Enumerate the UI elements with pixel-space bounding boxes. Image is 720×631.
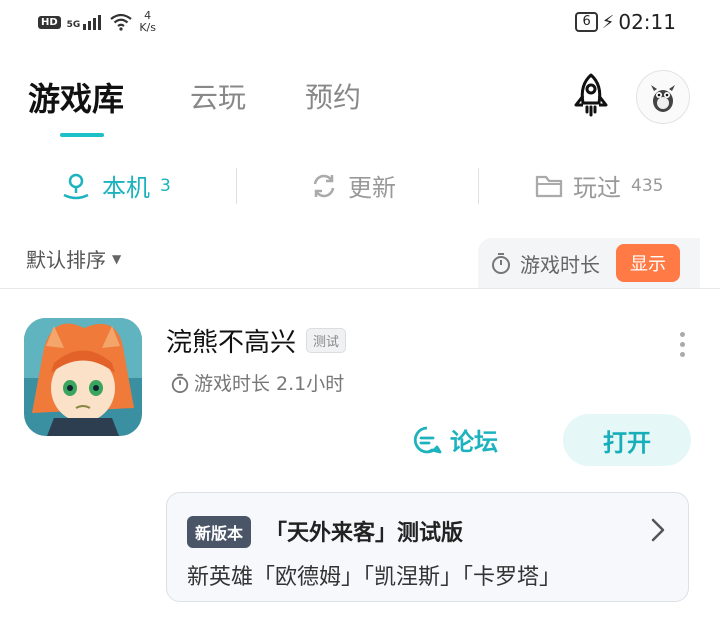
divider — [478, 168, 479, 204]
forum-label: 论坛 — [450, 428, 498, 456]
charging-icon: ⚡ — [601, 11, 615, 33]
avatar-image — [651, 85, 675, 112]
active-tab-indicator — [60, 133, 104, 137]
show-duration-button[interactable]: 显示 — [616, 244, 680, 282]
news-title: 「天外来客」测试版 — [265, 521, 464, 546]
subtab-label: 玩过 — [573, 174, 621, 202]
forum-button[interactable]: 论坛 — [412, 422, 498, 457]
timer-icon — [492, 253, 510, 274]
subtab-played[interactable]: 玩过 435 — [535, 168, 663, 203]
hd-indicator: HD — [38, 15, 61, 29]
sort-label: 默认排序 — [26, 248, 106, 272]
chevron-right-icon — [650, 517, 666, 547]
duration-label: 游戏时长 — [520, 252, 600, 277]
subtab-update[interactable]: 更新 — [310, 168, 396, 203]
forum-chat-icon — [413, 426, 442, 453]
tab-reservation[interactable]: 预约 — [305, 76, 361, 116]
tab-game-library[interactable]: 游戏库 — [28, 74, 124, 120]
subtab-label: 更新 — [348, 174, 396, 202]
subtab-local[interactable]: 本机 3 — [60, 168, 171, 203]
signal-icon — [83, 15, 102, 30]
wifi-icon — [110, 13, 133, 31]
sort-dropdown[interactable]: 默认排序 ▼ — [26, 244, 121, 273]
rocket-icon[interactable] — [568, 72, 614, 122]
subtab-count: 3 — [160, 175, 171, 196]
play-time-text: 游戏时长 2.1小时 — [194, 373, 345, 395]
tab-cloud-play[interactable]: 云玩 — [190, 76, 246, 116]
game-title[interactable]: 浣熊不高兴 — [166, 322, 296, 359]
caret-down-icon: ▼ — [112, 251, 122, 266]
avatar[interactable] — [636, 70, 690, 124]
battery-indicator: 6 — [575, 12, 598, 32]
version-news-card[interactable]: 新版本 「天外来客」测试版 新英雄「欧德姆」「凯涅斯」「卡罗塔」 — [166, 492, 689, 602]
game-icon[interactable] — [24, 318, 142, 436]
play-time: 游戏时长 2.1小时 — [170, 369, 344, 396]
refresh-icon — [313, 174, 335, 197]
status-bar-left: HD 5G 4 K/s — [38, 10, 156, 34]
news-description: 新英雄「欧德姆」「凯涅斯」「卡罗塔」 — [187, 565, 562, 590]
game-title-row: 浣熊不高兴 测试 — [166, 322, 347, 359]
clock: 02:11 — [618, 10, 676, 34]
divider — [0, 288, 720, 289]
duration-filter: 游戏时长 显示 — [478, 238, 700, 288]
subtab-count: 435 — [631, 175, 664, 196]
network-indicator: 5G — [67, 14, 104, 30]
new-version-badge: 新版本 — [187, 516, 252, 548]
test-tag: 测试 — [306, 328, 347, 353]
location-pin-icon — [63, 173, 89, 199]
open-button[interactable]: 打开 — [563, 414, 691, 466]
divider — [236, 168, 237, 204]
folder-icon — [535, 175, 563, 197]
more-options-icon[interactable] — [680, 332, 685, 357]
network-speed: 4 K/s — [139, 9, 156, 34]
timer-icon — [171, 373, 189, 393]
status-bar-right: 6 ⚡ 02:11 — [575, 10, 676, 34]
subtab-label: 本机 — [102, 174, 150, 202]
